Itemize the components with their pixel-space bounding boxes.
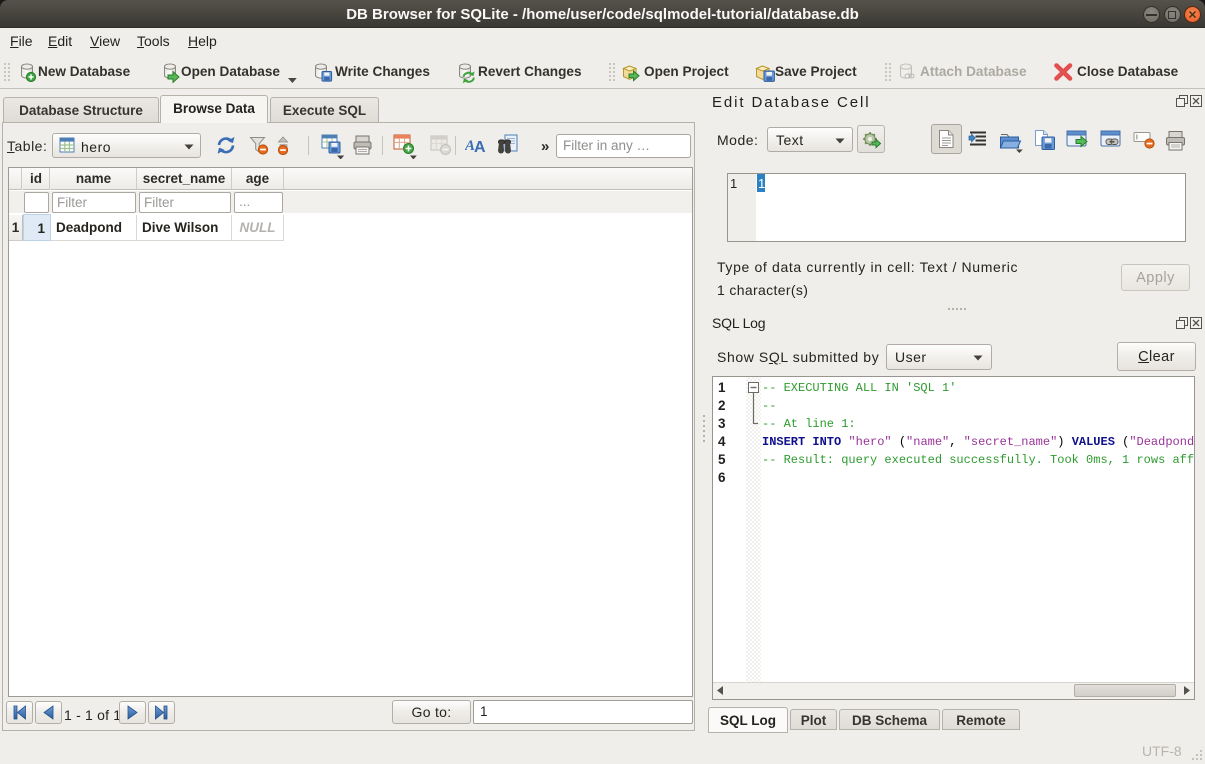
svg-text:Open Database: Open Database [181,64,280,79]
svg-text:Attach Database: Attach Database [920,64,1027,79]
svg-text:Open Project: Open Project [644,64,729,79]
svg-text:A: A [474,139,486,156]
svg-text:Revert Changes: Revert Changes [478,64,582,79]
svg-text:Save Project: Save Project [775,64,857,79]
svg-text:New Database: New Database [38,64,131,79]
svg-text:Write Changes: Write Changes [335,64,430,79]
svg-text:Close Database: Close Database [1077,64,1179,79]
